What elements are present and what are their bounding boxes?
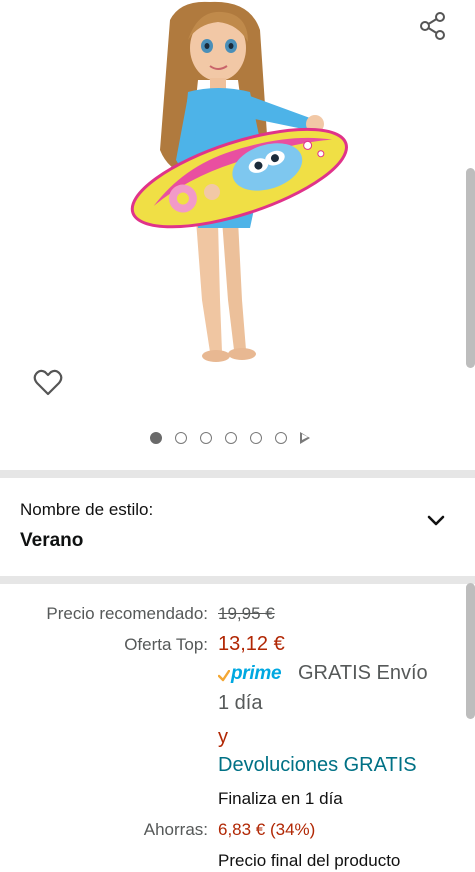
heart-icon [33, 369, 63, 396]
section-divider [0, 576, 475, 584]
style-label: Nombre de estilo: [20, 500, 154, 519]
final-price-note: Precio final del producto [218, 851, 401, 870]
section-divider [0, 470, 475, 478]
product-image[interactable] [110, 0, 370, 372]
style-selector[interactable]: Nombre de estilo: Verano [0, 478, 475, 576]
share-button[interactable] [414, 8, 452, 44]
share-icon [420, 12, 445, 40]
prime-check-icon [218, 670, 230, 682]
list-price-label: Precio recomendado: [46, 604, 208, 623]
play-icon[interactable] [300, 432, 310, 444]
pagination-dot-3[interactable] [200, 432, 212, 444]
style-dropdown-toggle[interactable] [420, 508, 452, 534]
product-image-gallery[interactable] [0, 0, 475, 470]
style-value: Verano [20, 530, 84, 551]
list-price: 19,95 € [218, 604, 275, 623]
price-block: Precio recomendado: 19,95 € Oferta Top: … [0, 584, 475, 872]
pagination-dot-2[interactable] [175, 432, 187, 444]
pagination-dot-4[interactable] [225, 432, 237, 444]
prime-label: prime [231, 663, 282, 684]
and-text: y [218, 726, 228, 748]
deal-ends-text: Finaliza en 1 día [218, 789, 343, 808]
pagination-dot-6[interactable] [275, 432, 287, 444]
free-returns-link[interactable]: Devoluciones GRATIS [218, 754, 417, 777]
deal-label: Oferta Top: [124, 635, 208, 654]
pagination-dot-1[interactable] [150, 432, 162, 444]
image-pagination-dots[interactable] [150, 430, 310, 446]
free-shipping-text: GRATIS Envío [298, 662, 428, 684]
savings-value: 6,83 € (34%) [218, 820, 316, 839]
prime-badge: prime [218, 663, 282, 685]
scrollbar[interactable] [466, 168, 475, 368]
savings-label: Ahorras: [143, 820, 208, 839]
delivery-time: 1 día [218, 692, 263, 714]
deal-price: 13,12 € [218, 633, 285, 655]
wishlist-button[interactable] [28, 364, 68, 402]
pagination-dot-5[interactable] [250, 432, 262, 444]
chevron-down-icon [427, 515, 445, 526]
